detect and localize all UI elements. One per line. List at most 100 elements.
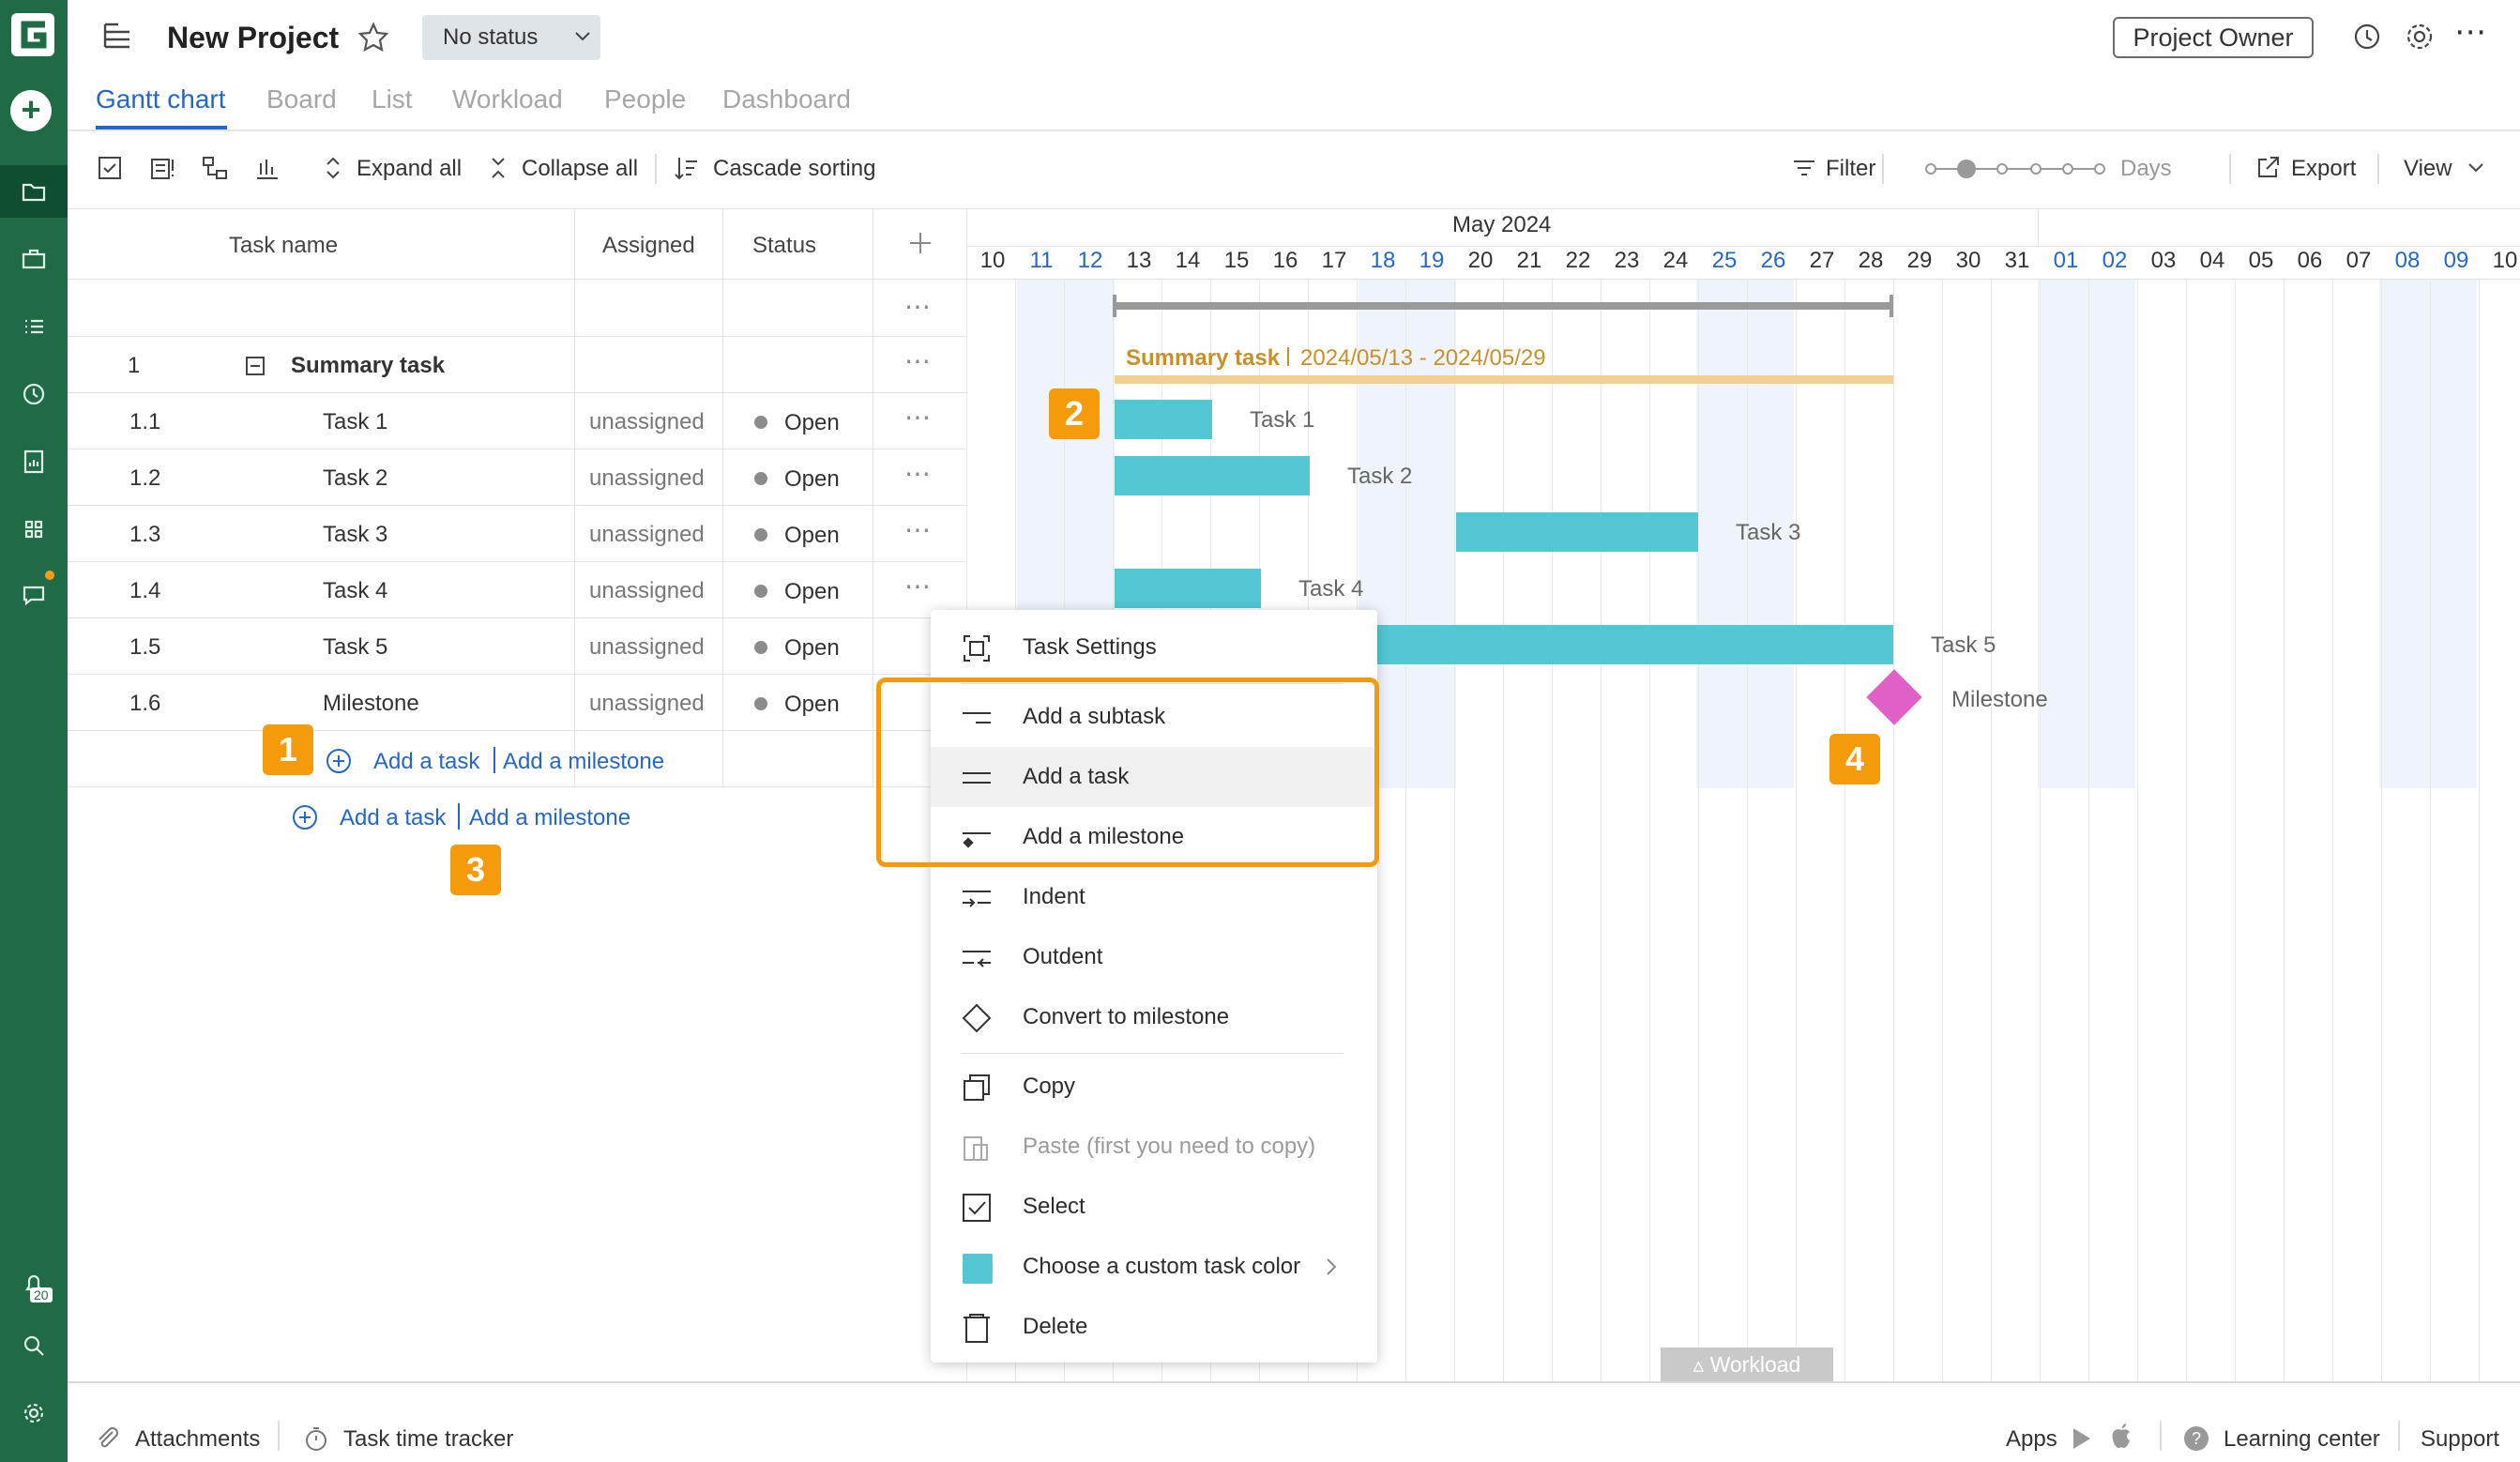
menu-item-custom-color[interactable]: Choose a custom task color xyxy=(931,1237,1377,1297)
checkbox-select-icon[interactable] xyxy=(96,154,124,182)
add-circle-icon[interactable] xyxy=(291,803,319,831)
assigned-value[interactable]: unassigned xyxy=(589,578,705,604)
collapse-toggle-icon[interactable] xyxy=(246,357,265,375)
apps-grid-icon[interactable] xyxy=(13,509,54,550)
assigned-value[interactable]: unassigned xyxy=(589,634,705,661)
assigned-value[interactable]: unassigned xyxy=(589,409,705,435)
export-icon[interactable] xyxy=(2254,154,2282,182)
status-value[interactable]: Open xyxy=(784,466,840,493)
cascade-sorting-button[interactable]: Cascade sorting xyxy=(713,156,875,182)
folder-icon[interactable] xyxy=(13,171,54,212)
project-status-dropdown[interactable]: No status xyxy=(422,15,600,60)
learning-center-link[interactable]: Learning center xyxy=(2224,1426,2380,1453)
tab-gantt-chart[interactable]: Gantt chart xyxy=(96,84,226,114)
row-more-menu[interactable]: ⋯ xyxy=(904,514,932,545)
add-milestone-link[interactable]: Add a milestone xyxy=(469,805,630,831)
status-value[interactable]: Open xyxy=(784,410,840,436)
attachments-button[interactable]: Attachments xyxy=(135,1426,260,1453)
expand-icon[interactable] xyxy=(319,154,347,182)
collapse-all-button[interactable]: Collapse all xyxy=(522,156,638,182)
add-milestone-link[interactable]: Add a milestone xyxy=(503,749,664,775)
sort-icon[interactable] xyxy=(672,154,700,182)
add-column-icon[interactable] xyxy=(906,229,934,257)
tab-dashboard[interactable]: Dashboard xyxy=(722,84,851,114)
task-name[interactable]: Task 5 xyxy=(323,634,387,661)
column-header-assigned[interactable]: Assigned xyxy=(602,233,695,259)
settings-icon[interactable] xyxy=(2404,21,2436,53)
column-header-task-name[interactable]: Task name xyxy=(229,233,338,259)
assigned-value[interactable]: unassigned xyxy=(589,691,705,717)
assigned-value[interactable]: unassigned xyxy=(589,465,705,492)
assigned-value[interactable]: unassigned xyxy=(589,522,705,548)
summary-task-name[interactable]: Summary task xyxy=(291,353,445,379)
row-more-menu[interactable]: ⋯ xyxy=(904,571,932,602)
milestone-diamond[interactable] xyxy=(1866,669,1922,725)
more-options-icon[interactable]: ⋯ xyxy=(2454,13,2486,51)
paperclip-icon[interactable] xyxy=(94,1424,122,1453)
task-name[interactable]: Task 1 xyxy=(323,409,387,435)
baseline-icon[interactable] xyxy=(253,154,281,182)
stopwatch-icon[interactable] xyxy=(302,1424,330,1453)
zoom-slider[interactable] xyxy=(1925,158,2107,180)
add-task-link[interactable]: Add a task xyxy=(340,805,446,831)
filter-icon[interactable] xyxy=(1790,154,1818,182)
row-more-menu[interactable]: ⋯ xyxy=(904,291,932,322)
task-bar-task-3[interactable] xyxy=(1456,512,1698,552)
row-more-menu[interactable]: ⋯ xyxy=(904,458,932,489)
task-name[interactable]: Task 2 xyxy=(323,465,387,492)
settings-gear-icon[interactable] xyxy=(13,1393,54,1434)
project-title[interactable]: New Project xyxy=(167,21,339,55)
star-icon[interactable] xyxy=(357,21,390,54)
project-owner-button[interactable]: Project Owner xyxy=(2113,17,2314,58)
expand-all-button[interactable]: Expand all xyxy=(357,156,462,182)
project-tree-icon[interactable] xyxy=(101,19,135,53)
create-new-button[interactable]: + xyxy=(10,90,52,131)
apple-icon[interactable] xyxy=(2109,1423,2133,1451)
row-more-menu[interactable]: ⋯ xyxy=(904,402,932,433)
export-button[interactable]: Export xyxy=(2291,156,2356,182)
menu-item-convert-to-milestone[interactable]: Convert to milestone xyxy=(931,987,1377,1047)
status-value[interactable]: Open xyxy=(784,692,840,718)
add-circle-icon[interactable] xyxy=(325,747,353,775)
chat-icon[interactable] xyxy=(13,574,54,616)
task-bar-task-4[interactable] xyxy=(1115,569,1261,608)
task-bar-task-1[interactable] xyxy=(1115,400,1212,439)
status-value[interactable]: Open xyxy=(784,635,840,662)
view-button[interactable]: View xyxy=(2404,156,2452,182)
menu-item-task-settings[interactable]: Task Settings xyxy=(931,617,1377,678)
tab-list[interactable]: List xyxy=(372,84,413,114)
menu-item-delete[interactable]: Delete xyxy=(931,1297,1377,1357)
project-span-bar[interactable] xyxy=(1115,302,1893,310)
support-link[interactable]: Support xyxy=(2421,1426,2499,1453)
menu-item-outdent[interactable]: Outdent xyxy=(931,927,1377,987)
filter-button[interactable]: Filter xyxy=(1826,156,1875,182)
clock-icon[interactable] xyxy=(13,373,54,415)
critical-path-icon[interactable] xyxy=(148,154,176,182)
menu-item-indent[interactable]: Indent xyxy=(931,867,1377,927)
menu-item-copy[interactable]: Copy xyxy=(931,1057,1377,1117)
menu-item-paste[interactable]: Paste (first you need to copy) xyxy=(931,1117,1377,1177)
tab-board[interactable]: Board xyxy=(266,84,337,114)
google-play-icon[interactable] xyxy=(2070,1426,2094,1451)
task-name[interactable]: Milestone xyxy=(323,691,419,717)
briefcase-icon[interactable] xyxy=(13,238,54,280)
row-more-menu[interactable]: ⋯ xyxy=(904,345,932,376)
tab-workload[interactable]: Workload xyxy=(452,84,563,114)
collapse-icon[interactable] xyxy=(484,154,512,182)
report-icon[interactable] xyxy=(13,441,54,482)
task-name[interactable]: Task 4 xyxy=(323,578,387,604)
workload-panel-toggle[interactable]: ▵ Workload xyxy=(1661,1348,1833,1381)
search-icon[interactable] xyxy=(13,1325,54,1366)
dependencies-icon[interactable] xyxy=(201,154,229,182)
add-task-link[interactable]: Add a task xyxy=(373,749,479,775)
menu-item-select[interactable]: Select xyxy=(931,1177,1377,1237)
apps-label[interactable]: Apps xyxy=(2006,1426,2057,1453)
list-icon[interactable] xyxy=(13,306,54,347)
ganttpro-logo[interactable] xyxy=(9,11,56,58)
column-header-status[interactable]: Status xyxy=(752,233,816,259)
task-time-tracker-button[interactable]: Task time tracker xyxy=(343,1426,513,1453)
history-icon[interactable] xyxy=(2351,21,2383,53)
status-value[interactable]: Open xyxy=(784,523,840,549)
task-bar-task-2[interactable] xyxy=(1115,456,1310,495)
tab-people[interactable]: People xyxy=(604,84,686,114)
